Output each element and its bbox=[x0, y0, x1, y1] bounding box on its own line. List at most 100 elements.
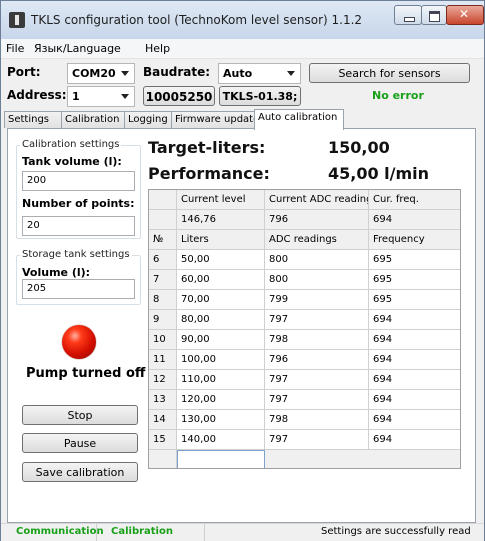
current-adc-header: Current ADC readings bbox=[265, 190, 369, 210]
pause-label: Pause bbox=[63, 437, 97, 450]
chevron-down-icon bbox=[121, 71, 129, 76]
chevron-down-icon bbox=[121, 94, 129, 99]
pause-button[interactable]: Pause bbox=[22, 433, 138, 453]
table-cell-liters[interactable]: 60,00 bbox=[177, 270, 265, 290]
table-row-number: 13 bbox=[149, 390, 177, 410]
save-calibration-button[interactable]: Save calibration bbox=[22, 462, 138, 482]
menu-language[interactable]: Язык/Language bbox=[34, 42, 121, 55]
search-sensors-button[interactable]: Search for sensors bbox=[309, 63, 470, 83]
close-button[interactable] bbox=[446, 5, 484, 25]
table-row-number: 12 bbox=[149, 370, 177, 390]
app-window: TKLS configuration tool (TechnoKom level… bbox=[0, 0, 485, 541]
serial-number: 10005250 bbox=[145, 90, 213, 104]
status-bar: Communication Calibration Settings are s… bbox=[1, 523, 484, 541]
calibration-grid: Current level Current ADC readings Cur. … bbox=[148, 189, 461, 469]
port-label: Port: bbox=[7, 65, 41, 79]
table-cell-adc[interactable]: 800 bbox=[265, 270, 369, 290]
tab-logging[interactable]: Logging bbox=[124, 111, 172, 128]
storage-volume-input[interactable]: 205 bbox=[22, 279, 135, 299]
table-cell-adc[interactable]: 797 bbox=[265, 370, 369, 390]
address-select[interactable]: 1 bbox=[67, 86, 135, 107]
tab-calibration[interactable]: Calibration bbox=[61, 111, 125, 128]
port-value: COM20 bbox=[72, 67, 116, 80]
table-cell-frequency[interactable]: 694 bbox=[369, 430, 460, 450]
table-cell-liters[interactable]: 100,00 bbox=[177, 350, 265, 370]
table-cell-adc[interactable]: 798 bbox=[265, 410, 369, 430]
tab-auto-calibration[interactable]: Auto calibration bbox=[254, 109, 344, 130]
table-cell-liters[interactable]: 50,00 bbox=[177, 250, 265, 270]
table-cell-liters[interactable]: 120,00 bbox=[177, 390, 265, 410]
tank-volume-label: Tank volume (l): bbox=[22, 155, 122, 168]
search-sensors-label: Search for sensors bbox=[338, 67, 441, 80]
table-row-number: 9 bbox=[149, 310, 177, 330]
tab-bar: Settings Calibration Logging Firmware up… bbox=[1, 109, 484, 130]
performance-label: Performance: bbox=[148, 164, 270, 183]
liters-column-header: Liters bbox=[177, 230, 265, 250]
table-cell-liters[interactable]: 110,00 bbox=[177, 370, 265, 390]
table-cell-frequency[interactable]: 694 bbox=[369, 350, 460, 370]
table-cell-adc[interactable]: 799 bbox=[265, 290, 369, 310]
number-of-points-input[interactable]: 20 bbox=[22, 216, 135, 236]
new-row-liters-cell[interactable] bbox=[177, 450, 265, 468]
menu-help[interactable]: Help bbox=[145, 42, 170, 55]
number-column-header: № bbox=[149, 230, 177, 250]
status-message: Settings are successfully read bbox=[321, 526, 471, 537]
maximize-button[interactable] bbox=[421, 5, 447, 25]
calibration-settings-title: Calibration settings bbox=[20, 139, 122, 150]
model-display: TKLS-01.38; bbox=[219, 86, 301, 106]
connection-status: No error bbox=[372, 89, 424, 102]
status-segment-calibration: Calibration bbox=[97, 524, 205, 541]
table-row-number: 14 bbox=[149, 410, 177, 430]
current-level-value: 146,76 bbox=[177, 210, 265, 230]
table-cell-frequency[interactable]: 695 bbox=[369, 290, 460, 310]
table-cell-adc[interactable]: 798 bbox=[265, 330, 369, 350]
number-of-points-label: Number of points: bbox=[22, 197, 135, 210]
model-name: TKLS-01.38; bbox=[222, 90, 298, 103]
grid-corner bbox=[149, 190, 177, 210]
adc-column-header: ADC readings bbox=[265, 230, 369, 250]
menu-file[interactable]: File bbox=[6, 42, 24, 55]
baudrate-label: Baudrate: bbox=[143, 65, 211, 79]
pump-indicator-icon bbox=[62, 325, 96, 359]
baudrate-value: Auto bbox=[223, 67, 253, 80]
tank-volume-input[interactable]: 200 bbox=[22, 171, 135, 191]
storage-tank-title: Storage tank settings bbox=[20, 249, 132, 260]
baudrate-select[interactable]: Auto bbox=[218, 63, 301, 84]
table-cell-adc[interactable]: 797 bbox=[265, 390, 369, 410]
table-cell-adc[interactable]: 796 bbox=[265, 350, 369, 370]
target-liters-value: 150,00 bbox=[328, 138, 390, 157]
table-cell-liters[interactable]: 130,00 bbox=[177, 410, 265, 430]
table-row-number: 7 bbox=[149, 270, 177, 290]
table-cell-frequency[interactable]: 694 bbox=[369, 310, 460, 330]
table-cell-adc[interactable]: 797 bbox=[265, 310, 369, 330]
table-cell-adc[interactable]: 797 bbox=[265, 430, 369, 450]
calibration-status: Calibration bbox=[111, 526, 173, 537]
current-freq-header: Cur. freq. bbox=[369, 190, 460, 210]
pump-status: Pump turned off bbox=[26, 366, 146, 381]
address-label: Address: bbox=[7, 88, 67, 102]
tab-firmware-update[interactable]: Firmware update bbox=[171, 111, 259, 128]
target-liters-label: Target-liters: bbox=[148, 138, 266, 157]
table-cell-liters[interactable]: 70,00 bbox=[177, 290, 265, 310]
minimize-button[interactable] bbox=[394, 5, 422, 25]
table-cell-frequency[interactable]: 695 bbox=[369, 250, 460, 270]
port-select[interactable]: COM20 bbox=[67, 63, 135, 84]
table-cell-liters[interactable]: 90,00 bbox=[177, 330, 265, 350]
table-cell-frequency[interactable]: 694 bbox=[369, 390, 460, 410]
table-cell-frequency[interactable]: 695 bbox=[369, 270, 460, 290]
table-cell-frequency[interactable]: 694 bbox=[369, 410, 460, 430]
menu-bar: File Язык/Language Help bbox=[1, 39, 484, 59]
performance-value: 45,00 l/min bbox=[328, 164, 430, 183]
table-cell-frequency[interactable]: 694 bbox=[369, 330, 460, 350]
table-cell-frequency[interactable]: 694 bbox=[369, 370, 460, 390]
table-cell-adc[interactable]: 800 bbox=[265, 250, 369, 270]
table-row-number: 8 bbox=[149, 290, 177, 310]
stop-button[interactable]: Stop bbox=[22, 405, 138, 425]
tab-settings[interactable]: Settings bbox=[4, 111, 62, 128]
current-level-header: Current level bbox=[177, 190, 265, 210]
table-cell-liters[interactable]: 140,00 bbox=[177, 430, 265, 450]
table-row-number: 10 bbox=[149, 330, 177, 350]
table-cell-liters[interactable]: 80,00 bbox=[177, 310, 265, 330]
table-row-number: 15 bbox=[149, 430, 177, 450]
communication-status: Communication bbox=[16, 526, 104, 537]
